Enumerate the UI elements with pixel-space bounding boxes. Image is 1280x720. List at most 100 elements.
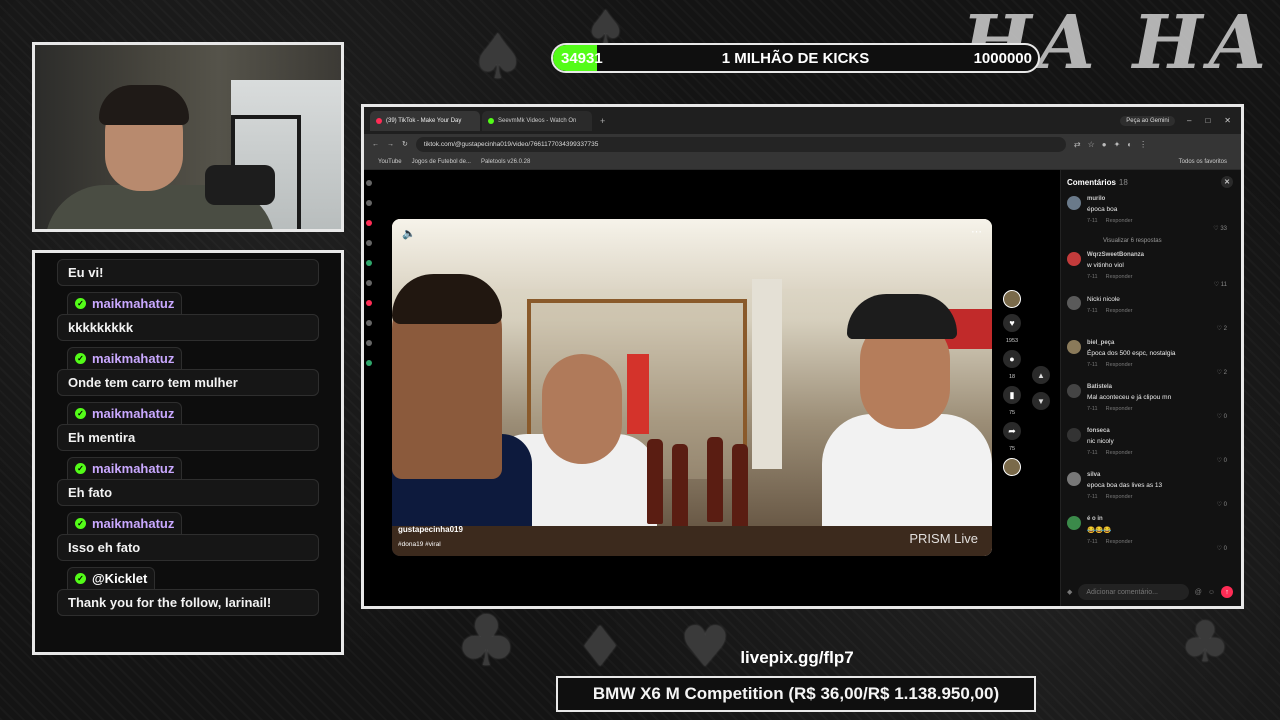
comment-likes[interactable]: ♡ 2 xyxy=(1217,369,1227,376)
comment-like-count: 0 xyxy=(1223,502,1227,508)
comment-likes[interactable]: ♡ 0 xyxy=(1217,413,1227,420)
heart-icon[interactable]: ♥ xyxy=(1003,314,1021,332)
reply-button[interactable]: Responder xyxy=(1106,218,1133,224)
activity-icon[interactable] xyxy=(366,340,372,346)
comment-likes[interactable]: ♡ 0 xyxy=(1217,457,1227,464)
back-icon[interactable]: ← xyxy=(372,141,379,148)
commenter-name[interactable]: fonseca xyxy=(1087,428,1233,434)
chat-message-text: Onde tem carro tem mulher xyxy=(57,369,319,396)
comment-likes[interactable]: ♡ 33 xyxy=(1213,225,1227,232)
commenter-name[interactable]: silva xyxy=(1087,472,1233,478)
video-player[interactable]: 🔈 ⋯ gustapecinha019 #dona19 #viral PRISM… xyxy=(392,219,992,556)
forward-icon[interactable]: → xyxy=(387,141,394,148)
commenter-avatar[interactable] xyxy=(1067,516,1081,530)
commenter-name[interactable]: biel_peça xyxy=(1087,340,1233,346)
bookmark-jogos[interactable]: Jogos de Futebol de... xyxy=(412,159,471,165)
chat-username[interactable]: ✓ maikmahatuz xyxy=(67,347,183,369)
close-window-icon[interactable]: ✕ xyxy=(1224,116,1231,125)
chat-username[interactable]: ✓ maikmahatuz xyxy=(67,512,183,534)
volume-icon[interactable]: 🔈 xyxy=(402,227,416,240)
emoji-icon[interactable]: ☺ xyxy=(1208,589,1215,596)
bookmark-paletools[interactable]: Paletools v26.0.28 xyxy=(481,159,530,165)
share-icon[interactable]: ➦ xyxy=(1003,422,1021,440)
comment-likes[interactable]: ♡ 2 xyxy=(1217,325,1227,332)
comment-date: 7-11 xyxy=(1087,274,1098,280)
minimize-icon[interactable]: – xyxy=(1187,116,1191,125)
all-bookmarks-button[interactable]: Todos os favoritos xyxy=(1179,159,1227,165)
chat-panel: Eu vi! ✓ maikmahatuz kkkkkkkkk ✓ maikmahat… xyxy=(32,250,344,655)
star-icon[interactable]: ☆ xyxy=(1088,140,1095,149)
browser-tab-tiktok[interactable]: (39) TikTok - Make Your Day xyxy=(370,110,480,131)
chevron-up-icon[interactable]: ▲ xyxy=(1032,366,1050,384)
new-tab-button[interactable]: + xyxy=(594,116,611,126)
foryou-icon[interactable] xyxy=(366,220,372,226)
close-icon[interactable]: ✕ xyxy=(1221,176,1233,188)
reply-button[interactable]: Responder xyxy=(1106,539,1133,545)
club-decoration-icon: ♣ xyxy=(455,600,518,682)
bookmark-icon[interactable]: ▮ xyxy=(1003,386,1021,404)
view-replies-button[interactable]: Visualizar 6 respostas xyxy=(1103,238,1233,244)
commenter-avatar[interactable] xyxy=(1067,340,1081,354)
commenter-avatar[interactable] xyxy=(1067,296,1081,310)
explore-icon[interactable] xyxy=(366,240,372,246)
following-icon[interactable] xyxy=(366,260,372,266)
sound-avatar[interactable] xyxy=(1003,458,1021,476)
reply-button[interactable]: Responder xyxy=(1106,494,1133,500)
search-icon[interactable] xyxy=(366,200,372,206)
comment-item: é o in 😂😂😂 7-11 Responder ♡ 0 xyxy=(1067,516,1233,554)
comment-item: silva epoca boa das lives as 13 7-11 Respon… xyxy=(1067,472,1233,510)
tiktok-user-icon: ◆ xyxy=(1067,589,1073,596)
chat-username[interactable]: ✓ @Kicklet xyxy=(67,567,156,589)
menu-icon[interactable]: ⋮ xyxy=(1139,140,1147,149)
commenter-avatar[interactable] xyxy=(1067,472,1081,486)
commenter-name[interactable]: WqrzSweetBonanza xyxy=(1087,252,1233,258)
send-icon[interactable]: ↑ xyxy=(1221,586,1233,598)
translate-icon[interactable]: ⇄ xyxy=(1074,140,1081,149)
chat-username[interactable]: ✓ maikmahatuz xyxy=(67,457,183,479)
commenter-avatar[interactable] xyxy=(1067,252,1081,266)
puzzle-icon[interactable]: ✦ xyxy=(1114,140,1121,149)
comment-likes[interactable]: ♡ 0 xyxy=(1217,545,1227,552)
commenter-avatar[interactable] xyxy=(1067,384,1081,398)
verified-badge-icon: ✓ xyxy=(75,353,86,364)
bookmark-youtube[interactable]: YouTube xyxy=(378,159,402,165)
friends-icon[interactable] xyxy=(366,280,372,286)
url-field[interactable]: tiktok.com/@gustapecinha019/video/766117… xyxy=(415,136,1066,152)
chat-username[interactable]: ✓ maikmahatuz xyxy=(67,292,183,314)
comment-icon[interactable]: ● xyxy=(1003,350,1021,368)
reply-button[interactable]: Responder xyxy=(1106,274,1133,280)
comment-meta: 7-11 Responder xyxy=(1087,308,1233,314)
reply-button[interactable]: Responder xyxy=(1106,450,1133,456)
live-icon[interactable] xyxy=(366,300,372,306)
comment-input[interactable]: Adicionar comentário... xyxy=(1078,584,1189,600)
commenter-avatar[interactable] xyxy=(1067,196,1081,210)
commenter-name[interactable]: Batistela xyxy=(1087,384,1233,390)
browser-tab-videos[interactable]: SeevmMk Videos - Watch On xyxy=(482,110,592,131)
commenter-avatar[interactable] xyxy=(1067,428,1081,442)
comment-likes[interactable]: ♡ 11 xyxy=(1214,281,1227,288)
mention-icon[interactable]: @ xyxy=(1195,589,1202,596)
comment-text: nic nicoly xyxy=(1087,438,1114,445)
chevron-down-icon[interactable]: ▼ xyxy=(1032,392,1050,410)
more-options-icon[interactable]: ⋯ xyxy=(971,225,982,238)
reload-icon[interactable]: ↻ xyxy=(402,140,408,148)
chat-username[interactable]: ✓ maikmahatuz xyxy=(67,402,183,424)
messages-icon[interactable] xyxy=(366,320,372,326)
comment-likes[interactable]: ♡ 0 xyxy=(1217,501,1227,508)
video-hashtags[interactable]: #dona19 #viral xyxy=(398,541,441,548)
tiktok-logo-icon[interactable] xyxy=(366,180,372,186)
commenter-name[interactable]: murilo xyxy=(1087,196,1233,202)
commenter-name[interactable]: é o in xyxy=(1087,516,1233,522)
gemini-button[interactable]: Peça ao Gemini xyxy=(1120,115,1175,126)
verified-badge-icon: ✓ xyxy=(75,518,86,529)
profile-icon[interactable] xyxy=(366,360,372,366)
creator-avatar[interactable] xyxy=(1003,290,1021,308)
reply-button[interactable]: Responder xyxy=(1106,308,1133,314)
profile-icon[interactable]: ◐ xyxy=(1127,140,1132,149)
reply-button[interactable]: Responder xyxy=(1106,362,1133,368)
video-actions: ♥ 1953 ● 18 ▮ 75 ➦ 75 xyxy=(1001,290,1023,476)
video-author[interactable]: gustapecinha019 xyxy=(398,525,463,534)
maximize-icon[interactable]: □ xyxy=(1205,116,1210,125)
extension-icon[interactable]: ● xyxy=(1102,140,1107,149)
reply-button[interactable]: Responder xyxy=(1106,406,1133,412)
